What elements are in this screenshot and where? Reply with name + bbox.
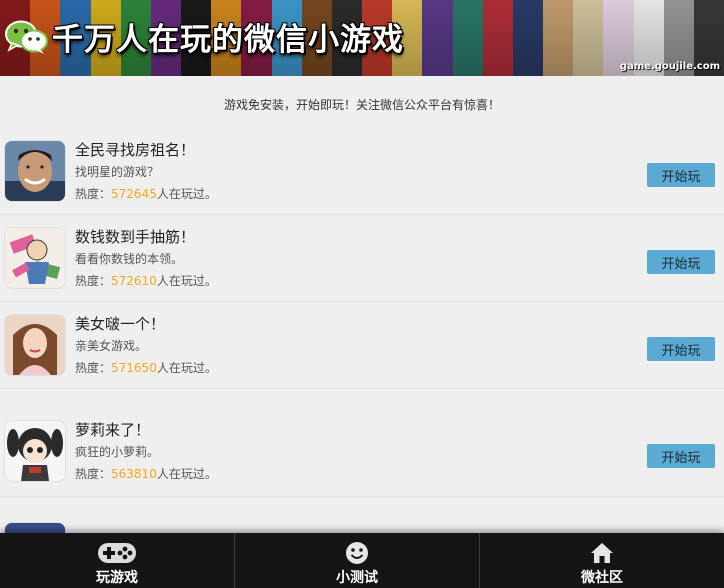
game-title[interactable]: 萝莉来了！ [75, 421, 217, 439]
game-info: 萝莉来了！ 疯狂的小萝莉。 热度：563810人在玩过。 [75, 421, 217, 481]
game-heat: 热度：572610人在玩过。 [75, 274, 217, 288]
list-item-partial[interactable] [0, 497, 724, 583]
heat-count: 571650 [111, 361, 157, 375]
heat-label: 热度： [75, 274, 112, 288]
heat-suffix: 人在玩过。 [156, 467, 217, 481]
game-description: 看看你数钱的本领。 [75, 252, 184, 266]
heat-count: 572645 [111, 187, 157, 201]
heat-suffix: 人在玩过。 [156, 274, 217, 288]
game-thumbnail[interactable] [5, 228, 65, 288]
heat-suffix: 人在玩过。 [156, 187, 217, 201]
list-item[interactable]: 全民寻找房祖名！ 找明星的游戏？ 热度：572645人在玩过。 开始玩 [0, 128, 724, 215]
game-description: 亲美女游戏。 [75, 339, 148, 353]
game-heat: 热度：572645人在玩过。 [75, 187, 217, 201]
game-thumbnail[interactable] [5, 421, 65, 481]
header-banner: 千万人在玩的微信小游戏 game.goujile.com [0, 0, 724, 76]
game-info: 数钱数到手抽筋！ 看看你数钱的本领。 热度：572610人在玩过。 [75, 228, 217, 288]
gamepad-icon [97, 541, 137, 569]
game-title[interactable]: 美女啵一个！ [75, 315, 217, 333]
game-heat: 热度：571650人在玩过。 [75, 361, 217, 375]
wechat-icon [4, 18, 50, 56]
game-info: 美女啵一个！ 亲美女游戏。 热度：571650人在玩过。 [75, 315, 217, 375]
heat-label: 热度： [75, 467, 112, 481]
game-title[interactable]: 数钱数到手抽筋！ [75, 228, 217, 246]
game-thumbnail[interactable] [5, 315, 65, 375]
game-thumbnail[interactable] [5, 141, 65, 201]
game-description: 疯狂的小萝莉。 [75, 445, 160, 459]
nav-label: 小测试 [336, 570, 378, 586]
nav-item-quiz[interactable]: 小测试 [234, 533, 479, 588]
start-play-button[interactable]: 开始玩 [647, 444, 715, 468]
notice-text: 游戏免安装，开始即玩！关注微信公众平台有惊喜！ [223, 98, 500, 112]
list-item[interactable]: 美女啵一个！ 亲美女游戏。 热度：571650人在玩过。 开始玩 [0, 302, 724, 389]
heat-suffix: 人在玩过。 [156, 361, 217, 375]
home-icon [590, 541, 614, 569]
start-play-button[interactable]: 开始玩 [647, 163, 715, 187]
game-description: 找明星的游戏？ [75, 165, 160, 179]
heat-label: 热度： [75, 187, 112, 201]
nav-label: 微社区 [581, 570, 623, 586]
game-info: 全民寻找房祖名！ 找明星的游戏？ 热度：572645人在玩过。 [75, 141, 217, 201]
banner-domain: game.goujile.com [619, 61, 720, 72]
nav-label: 玩游戏 [96, 570, 138, 586]
bottom-nav: 玩游戏 小测试 微社区 [0, 533, 724, 588]
heat-count: 563810 [111, 467, 157, 481]
heat-count: 572610 [111, 274, 157, 288]
game-list: 全民寻找房祖名！ 找明星的游戏？ 热度：572645人在玩过。 开始玩 数钱数到… [0, 128, 724, 583]
banner-title: 千万人在玩的微信小游戏 [52, 22, 404, 58]
start-play-button[interactable]: 开始玩 [647, 337, 715, 361]
heat-label: 热度： [75, 361, 112, 375]
smiley-icon [345, 541, 369, 569]
start-play-button[interactable]: 开始玩 [647, 250, 715, 274]
game-heat: 热度：563810人在玩过。 [75, 467, 217, 481]
list-item[interactable]: 萝莉来了！ 疯狂的小萝莉。 热度：563810人在玩过。 开始玩 [0, 389, 724, 497]
nav-item-play-games[interactable]: 玩游戏 [0, 533, 234, 588]
list-item[interactable]: 数钱数到手抽筋！ 看看你数钱的本领。 热度：572610人在玩过。 开始玩 [0, 215, 724, 302]
nav-item-community[interactable]: 微社区 [479, 533, 724, 588]
game-title[interactable]: 全民寻找房祖名！ [75, 141, 217, 159]
